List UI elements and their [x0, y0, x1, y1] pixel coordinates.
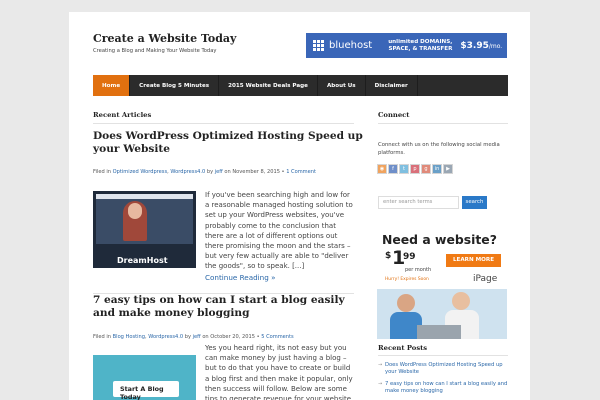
post-meta-comma: , — [145, 334, 147, 340]
ad-headline: Need a website? — [382, 232, 497, 247]
nav-item-about-us[interactable]: About Us — [318, 75, 366, 96]
recent-posts-heading: Recent Posts — [378, 344, 428, 352]
post-category-link[interactable]: Optimized Wordpress — [113, 169, 167, 175]
post-title-1[interactable]: Does WordPress Optimized Hosting Speed u… — [93, 130, 363, 156]
recent-articles-heading: Recent Articles — [93, 111, 152, 119]
post-comments-link[interactable]: 1 Comment — [286, 169, 316, 175]
banner-price-unit: /mo. — [488, 42, 503, 50]
nav-item-create-blog[interactable]: Create Blog 5 Minutes — [130, 75, 220, 96]
recent-post-link[interactable]: 7 easy tips on how can I start a blog ea… — [378, 381, 508, 396]
banner-price-value: $3.95 — [460, 40, 489, 51]
post-author-link[interactable]: jeff — [215, 169, 223, 175]
ad-learn-more-button[interactable]: LEARN MORE — [446, 254, 501, 267]
ad-price-cents: 99 — [403, 252, 416, 262]
ad-person-1 — [397, 294, 415, 312]
pinterest-icon[interactable]: p — [410, 164, 420, 174]
post-category-link[interactable]: Wordpress4.0 — [148, 334, 183, 340]
connect-heading: Connect — [378, 111, 410, 119]
post-category-link[interactable]: Blog Hosting — [113, 334, 145, 340]
post-meta-comma: , — [167, 169, 169, 175]
nav-item-disclaimer[interactable]: Disclaimer — [366, 75, 418, 96]
twitter-icon[interactable]: t — [399, 164, 409, 174]
page-container: Create a Website Today Creating a Blog a… — [69, 12, 530, 400]
ad-dollar: $ — [385, 251, 392, 261]
facebook-icon[interactable]: f — [388, 164, 398, 174]
bluehost-banner-ad[interactable]: bluehost unlimited DOMAINS, SPACE, & TRA… — [306, 33, 507, 58]
post-author-link[interactable]: jeff — [193, 334, 201, 340]
search-button[interactable]: search — [462, 196, 487, 209]
thumbnail-label: DreamHost — [117, 256, 168, 265]
post-meta-filed: Filed in — [93, 334, 112, 340]
recent-articles-divider — [93, 123, 354, 124]
bluehost-logo-icon — [313, 40, 324, 51]
ad-laptop — [417, 325, 461, 339]
post-comments-link[interactable]: 5 Comments — [261, 334, 293, 340]
thumbnail-face — [128, 203, 142, 219]
banner-tag-line2: SPACE, & TRANSFER — [388, 45, 453, 52]
post-title-2[interactable]: 7 easy tips on how can I start a blog ea… — [93, 294, 363, 320]
post-meta-1: Filed in Optimized Wordpress, Wordpress4… — [93, 169, 316, 175]
post-excerpt-2: Yes you heard right, its not easy but yo… — [205, 344, 353, 400]
search-input[interactable]: enter search terms — [378, 196, 459, 209]
post-thumbnail-2[interactable]: Start A Blog Today — [93, 355, 196, 400]
recent-posts-list: Does WordPress Optimized Hosting Speed u… — [378, 362, 508, 399]
post-date: on October 20, 2015 • — [202, 334, 260, 340]
ad-person-2 — [452, 292, 470, 310]
youtube-icon[interactable]: ▶ — [443, 164, 453, 174]
post-date: on November 8, 2015 • — [224, 169, 285, 175]
banner-price: $3.95/mo. — [460, 41, 502, 51]
social-icons: ◉ f t p g in ▶ — [377, 164, 453, 174]
banner-tagline: unlimited DOMAINS, SPACE, & TRANSFER — [388, 39, 452, 53]
main-navigation: Home Create Blog 5 Minutes 2015 Website … — [93, 75, 508, 96]
thumbnail-card: Start A Blog Today — [113, 381, 179, 400]
recent-post-link[interactable]: Does WordPress Optimized Hosting Speed u… — [378, 362, 508, 377]
ipage-ad[interactable]: Need a website? $ 1 99 per month Hurry! … — [377, 232, 507, 339]
post-thumbnail-1[interactable]: DreamHost — [93, 191, 196, 268]
connect-text: Connect with us on the following social … — [378, 142, 500, 156]
post-meta-by: by — [184, 334, 191, 340]
thumbnail-card-label: Start A Blog Today — [120, 385, 164, 400]
post-category-link[interactable]: Wordpress4.0 — [170, 169, 205, 175]
banner-tag-line1: unlimited DOMAINS, — [388, 38, 453, 45]
linkedin-icon[interactable]: in — [432, 164, 442, 174]
ad-hurry: Hurry! Expires Soon — [385, 277, 429, 282]
connect-divider — [378, 123, 508, 124]
ad-brand: iPage — [473, 274, 498, 284]
recent-posts-divider — [378, 355, 508, 356]
nav-item-website-deals[interactable]: 2015 Website Deals Page — [219, 75, 318, 96]
post-meta-by: by — [206, 169, 214, 175]
google-plus-icon[interactable]: g — [421, 164, 431, 174]
nav-item-home[interactable]: Home — [93, 75, 131, 96]
site-title[interactable]: Create a Website Today — [93, 32, 236, 45]
post-excerpt-1: If you've been searching high and low fo… — [205, 191, 353, 271]
site-description: Creating a Blog and Making Your Website … — [93, 48, 217, 54]
ad-per-month: per month — [405, 267, 432, 273]
banner-brand: bluehost — [329, 40, 373, 51]
post-meta-filed: Filed in — [93, 169, 112, 175]
post-meta-2: Filed in Blog Hosting, Wordpress4.0 by j… — [93, 334, 294, 340]
continue-reading-link[interactable]: Continue Reading » — [205, 273, 275, 282]
rss-icon[interactable]: ◉ — [377, 164, 387, 174]
